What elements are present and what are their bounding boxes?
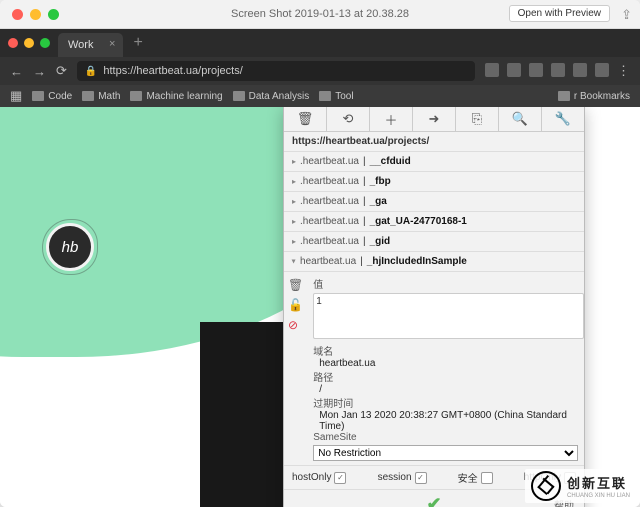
- page-viewport: hb Web design system 🗑 ⟲ ＋ ➜ ⎘ 🔍 🔧 https…: [0, 107, 640, 507]
- minimize-window-button[interactable]: [30, 9, 41, 20]
- extension-icon[interactable]: [573, 63, 587, 77]
- search-icon[interactable]: 🔍: [499, 107, 542, 131]
- maximize-window-button[interactable]: [48, 9, 59, 20]
- extension-icon[interactable]: [529, 63, 543, 77]
- address-bar[interactable]: 🔒 https://heartbeat.ua/projects/: [77, 61, 475, 81]
- cookie-row[interactable]: ▸.heartbeat.ua | _gid: [284, 232, 584, 252]
- folder-icon: [130, 91, 142, 101]
- settings-icon[interactable]: 🔧: [542, 107, 584, 131]
- apps-icon[interactable]: ▦: [10, 88, 22, 104]
- extension-icon[interactable]: [595, 63, 609, 77]
- menu-icon[interactable]: ⋮: [617, 63, 630, 79]
- secure-checkbox[interactable]: [481, 472, 493, 484]
- watermark-sub: CHUANG XIN HU LIAN: [567, 493, 630, 499]
- expires-value: Mon Jan 13 2020 20:38:27 GMT+0800 (China…: [313, 410, 578, 432]
- path-value: /: [313, 384, 578, 395]
- chevron-right-icon: ▸: [292, 217, 296, 226]
- lock-icon: 🔒: [85, 66, 97, 77]
- browser-close-button[interactable]: [8, 38, 18, 48]
- value-label: 值: [313, 276, 578, 291]
- browser-nav-bar: ← → ⟳ 🔒 https://heartbeat.ua/projects/ ⋮: [0, 57, 640, 85]
- cookie-row-expanded[interactable]: ▸heartbeat.ua | _hjIncludedInSample: [284, 252, 584, 272]
- tab-title: Work: [68, 39, 93, 51]
- window-controls[interactable]: [12, 0, 59, 28]
- open-with-preview-button[interactable]: Open with Preview: [509, 5, 610, 22]
- folder-icon: [233, 91, 245, 101]
- chevron-right-icon: ▸: [292, 237, 296, 246]
- close-tab-icon[interactable]: ×: [109, 38, 115, 50]
- extension-icon[interactable]: [485, 63, 499, 77]
- bookmarks-bar: ▦ Code Math Machine learning Data Analys…: [0, 85, 640, 107]
- window-title: Screen Shot 2019-01-13 at 20.38.28: [231, 8, 409, 20]
- url-text: https://heartbeat.ua/projects/: [103, 65, 242, 77]
- unlock-icon[interactable]: 🔓: [288, 298, 303, 312]
- chevron-right-icon: ▸: [292, 177, 296, 186]
- delete-icon[interactable]: 🗑: [284, 107, 327, 131]
- browser-tab[interactable]: Work ×: [58, 33, 123, 57]
- samesite-select[interactable]: No Restriction: [313, 445, 578, 461]
- folder-icon: [319, 91, 331, 101]
- cookie-row[interactable]: ▸.heartbeat.ua | __cfduid: [284, 152, 584, 172]
- path-label: 路径: [313, 369, 578, 384]
- chevron-right-icon: ▸: [292, 197, 296, 206]
- add-icon[interactable]: ＋: [370, 107, 413, 131]
- cookie-row[interactable]: ▸.heartbeat.ua | _gat_UA-24770168-1: [284, 212, 584, 232]
- watermark-brand: 创新互联: [567, 476, 627, 491]
- watermark: 创新互联 CHUANG XIN HU LIAN: [525, 469, 636, 503]
- delete-cookie-icon[interactable]: 🗑: [288, 278, 303, 292]
- cookie-detail: 🗑 🔓 ⊘ 值 1 域名 heartbeat.ua 路径 / 过期时间 Mon …: [284, 272, 584, 466]
- block-icon[interactable]: ⊘: [288, 318, 303, 332]
- folder-icon: [82, 91, 94, 101]
- refresh-icon[interactable]: ⟲: [327, 107, 370, 131]
- bookmark-folder[interactable]: Tool: [319, 91, 353, 102]
- hostonly-label: hostOnly: [292, 472, 331, 483]
- chevron-down-icon: ▸: [290, 259, 299, 263]
- bookmark-folder[interactable]: Code: [32, 91, 72, 102]
- samesite-label: SameSite: [313, 432, 578, 443]
- session-label: session: [378, 472, 412, 483]
- domain-label: 域名: [313, 343, 578, 358]
- expires-label: 过期时间: [313, 395, 578, 410]
- panel-toolbar: 🗑 ⟲ ＋ ➜ ⎘ 🔍 🔧: [284, 107, 584, 132]
- site-logo[interactable]: hb: [46, 223, 94, 271]
- panel-url: https://heartbeat.ua/projects/: [284, 132, 584, 152]
- chevron-right-icon: ▸: [292, 157, 296, 166]
- bookmark-folder[interactable]: Data Analysis: [233, 91, 310, 102]
- forward-icon[interactable]: →: [33, 64, 46, 79]
- cookie-row[interactable]: ▸.heartbeat.ua | _fbp: [284, 172, 584, 192]
- close-window-button[interactable]: [12, 9, 23, 20]
- other-bookmarks[interactable]: r Bookmarks: [558, 91, 630, 102]
- extension-icon[interactable]: [507, 63, 521, 77]
- reload-icon[interactable]: ⟳: [56, 63, 67, 79]
- back-icon[interactable]: ←: [10, 64, 23, 79]
- domain-value: heartbeat.ua: [313, 358, 578, 369]
- cookie-row[interactable]: ▸.heartbeat.ua | _ga: [284, 192, 584, 212]
- extension-icon[interactable]: [551, 63, 565, 77]
- share-icon[interactable]: ⇪: [621, 7, 632, 23]
- export-icon[interactable]: ⎘: [456, 107, 499, 131]
- browser-minimize-button[interactable]: [24, 38, 34, 48]
- mac-window-titlebar: Screen Shot 2019-01-13 at 20.38.28 Open …: [0, 0, 640, 29]
- secure-label: 安全: [458, 470, 478, 485]
- browser-tab-bar: Work × +: [0, 29, 640, 57]
- session-checkbox[interactable]: ✓: [415, 472, 427, 484]
- cookie-editor-panel: 🗑 ⟲ ＋ ➜ ⎘ 🔍 🔧 https://heartbeat.ua/proje…: [283, 107, 585, 507]
- value-input[interactable]: 1: [313, 293, 584, 339]
- bookmark-folder[interactable]: Math: [82, 91, 120, 102]
- browser-maximize-button[interactable]: [40, 38, 50, 48]
- confirm-icon[interactable]: ✔: [426, 494, 441, 507]
- bookmark-folder[interactable]: Machine learning: [130, 91, 222, 102]
- folder-icon: [558, 91, 570, 101]
- folder-icon: [32, 91, 44, 101]
- watermark-logo-icon: [531, 471, 561, 501]
- new-tab-button[interactable]: +: [133, 34, 142, 52]
- hostonly-checkbox[interactable]: ✓: [334, 472, 346, 484]
- import-icon[interactable]: ➜: [413, 107, 456, 131]
